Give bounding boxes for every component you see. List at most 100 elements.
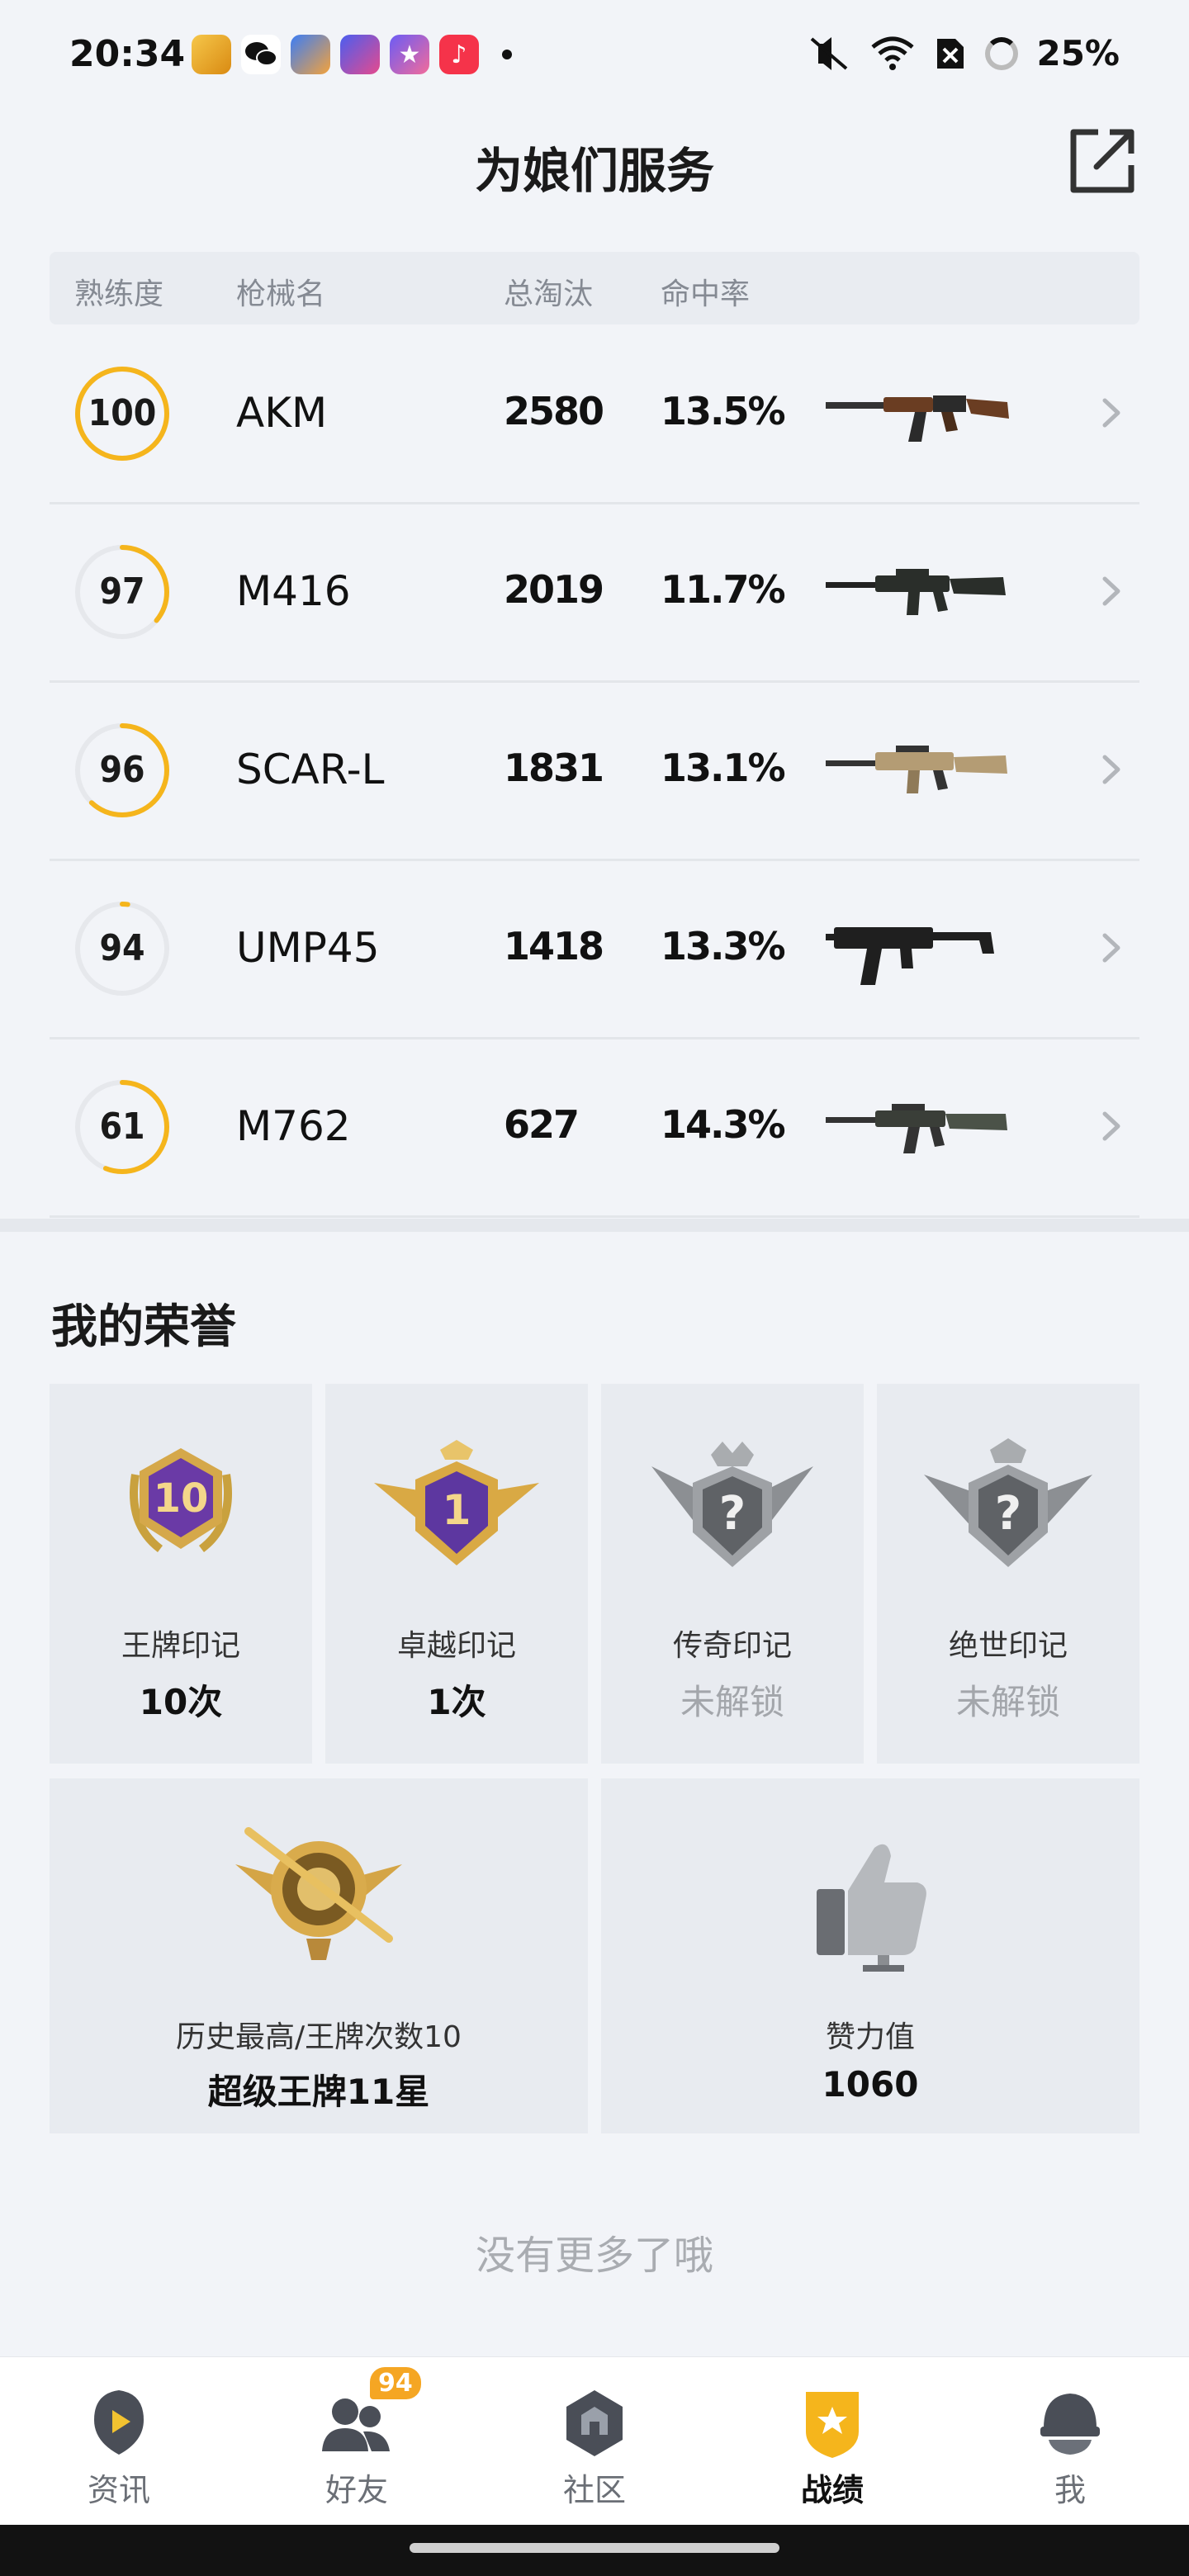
status-time: 20:34 <box>69 33 186 75</box>
weapon-row-ump45[interactable]: 94 UMP45 1418 13.3% <box>50 861 1139 1039</box>
highest-rank-card[interactable]: 历史最高/王牌次数10 超级王牌11星 <box>50 1778 588 2133</box>
page-title: 为娘们服务 <box>474 143 714 199</box>
super-ace-badge-icon <box>235 1827 402 1960</box>
weapon-hit-rate: 13.5% <box>661 389 786 433</box>
nav-news[interactable]: 资讯 <box>0 2357 238 2526</box>
nav-community[interactable]: 社区 <box>476 2357 713 2526</box>
chevron-right-icon <box>1102 755 1120 784</box>
weapon-hit-rate: 13.3% <box>661 924 786 968</box>
game-app-icon <box>192 35 231 74</box>
weapon-kills: 2580 <box>504 389 604 433</box>
honor-label: 绝世印记 <box>948 1629 1068 1663</box>
share-button[interactable] <box>1067 125 1138 197</box>
honor-label: 卓越印记 <box>396 1629 516 1663</box>
weapon-kills: 627 <box>504 1102 580 1147</box>
chevron-right-icon <box>1102 398 1120 428</box>
weapon-kills: 1418 <box>504 924 604 968</box>
end-of-list-text: 没有更多了哦 <box>475 2233 713 2279</box>
nav-label: 社区 <box>562 2472 626 2508</box>
akm-rifle-image <box>826 395 1009 442</box>
excellence-mark-badge-text: 1 <box>443 1486 471 1534</box>
honor-value: 1次 <box>427 1682 486 1722</box>
legend-mark-card[interactable]: ? 传奇印记 未解锁 <box>601 1384 864 1764</box>
excellence-mark-card[interactable]: 1 卓越印记 1次 <box>325 1384 588 1764</box>
weapon-name: AKM <box>236 389 328 437</box>
weapon-table-header: 熟练度 枪械名 总淘汰 命中率 <box>50 252 1139 324</box>
peerless-mark-card[interactable]: ? 绝世印记 未解锁 <box>877 1384 1139 1764</box>
home-gesture-bar[interactable] <box>410 2543 779 2553</box>
scar-l-rifle-image <box>826 746 1007 793</box>
nav-label: 资讯 <box>87 2472 150 2508</box>
legend-mark-badge-text: ? <box>719 1487 746 1541</box>
weapon-list: 100 AKM 2580 13.5% 97 M416 2019 11.7% 96… <box>50 326 1139 1218</box>
profile-icon <box>1040 2394 1100 2455</box>
honors-title: 我的荣誉 <box>51 1300 236 1354</box>
status-indicators: 25% <box>805 33 1120 73</box>
peerless-mark-badge-icon: ? <box>924 1438 1092 1567</box>
nav-profile[interactable]: 我 <box>951 2357 1189 2526</box>
battery-ring-icon <box>985 36 1019 70</box>
likes-card[interactable]: 赞力值 1060 <box>601 1778 1139 2133</box>
m762-rifle-image <box>826 1104 1007 1153</box>
proficiency-value: 94 <box>99 927 145 969</box>
stats-icon <box>806 2392 859 2458</box>
sim-off-icon <box>937 38 964 69</box>
notification-dot <box>502 50 512 59</box>
nav-friends[interactable]: 94 好友 <box>238 2357 476 2526</box>
weapon-name: M416 <box>236 567 351 615</box>
gesture-area <box>0 2525 1189 2576</box>
chevron-right-icon <box>1102 576 1120 606</box>
weapon-row-m416[interactable]: 97 M416 2019 11.7% <box>50 504 1139 683</box>
likes-value: 1060 <box>822 2064 919 2105</box>
weapon-row-scar-l[interactable]: 96 SCAR-L 1831 13.1% <box>50 683 1139 861</box>
honor-value: 未解锁 <box>955 1682 1060 1722</box>
honor-label: 王牌印记 <box>121 1629 240 1663</box>
col-proficiency: 熟练度 <box>74 277 164 311</box>
chevron-right-icon <box>1102 933 1120 963</box>
highest-rank-label: 历史最高/王牌次数10 <box>176 2020 462 2054</box>
share-icon <box>1070 129 1135 193</box>
ace-mark-card[interactable]: 10 王牌印记 10次 <box>50 1384 312 1764</box>
weapon-row-akm[interactable]: 100 AKM 2580 13.5% <box>50 326 1139 504</box>
bottom-nav: 资讯 94 好友 社区 战绩 我 <box>0 2356 1189 2526</box>
weapon-kills: 1831 <box>504 746 604 790</box>
excellence-mark-badge-icon: 1 <box>374 1440 539 1565</box>
peerless-mark-badge-text: ? <box>995 1487 1021 1541</box>
weapon-kills: 2019 <box>504 567 604 612</box>
status-bar: 20:34 ★ ♪ 25% <box>0 0 1189 107</box>
ump45-smg-image <box>826 927 994 985</box>
legend-mark-badge-icon: ? <box>651 1442 813 1567</box>
weapon-hit-rate: 11.7% <box>661 567 786 612</box>
likes-label: 赞力值 <box>825 2020 915 2054</box>
weapon-row-m762[interactable]: 61 M762 627 14.3% <box>50 1039 1139 1218</box>
proficiency-value: 96 <box>99 749 145 791</box>
honor-value: 10次 <box>139 1682 223 1722</box>
proficiency-value: 61 <box>99 1106 145 1148</box>
weapon-name: SCAR-L <box>236 746 385 793</box>
status-app-icons: ★ ♪ <box>192 35 512 74</box>
ace-mark-badge-icon: 10 <box>130 1448 232 1552</box>
mute-icon <box>811 36 848 70</box>
nav-label: 战绩 <box>800 2472 864 2508</box>
game-app-icon-2 <box>291 35 330 74</box>
honor-label: 传奇印记 <box>672 1629 792 1663</box>
news-icon <box>94 2390 144 2455</box>
friends-badge: 94 <box>370 2367 421 2399</box>
weapon-name: M762 <box>236 1102 351 1150</box>
weapon-hit-rate: 13.1% <box>661 746 786 790</box>
highest-rank-value: 超级王牌11星 <box>207 2072 430 2112</box>
nav-label: 好友 <box>324 2472 388 2508</box>
nav-label: 我 <box>1054 2472 1086 2508</box>
col-hit-rate: 命中率 <box>661 277 751 311</box>
community-icon <box>566 2390 623 2456</box>
thumbs-up-icon <box>817 1844 926 1972</box>
m416-rifle-image <box>826 569 1006 615</box>
ace-mark-badge-text: 10 <box>154 1475 209 1522</box>
music-app-icon: ♪ <box>439 35 479 74</box>
game-app-icon-3 <box>340 35 380 74</box>
section-divider <box>0 1219 1189 1232</box>
proficiency-value: 97 <box>99 571 145 613</box>
star-app-icon: ★ <box>390 35 429 74</box>
chevron-right-icon <box>1102 1111 1120 1141</box>
nav-stats[interactable]: 战绩 <box>713 2357 951 2526</box>
